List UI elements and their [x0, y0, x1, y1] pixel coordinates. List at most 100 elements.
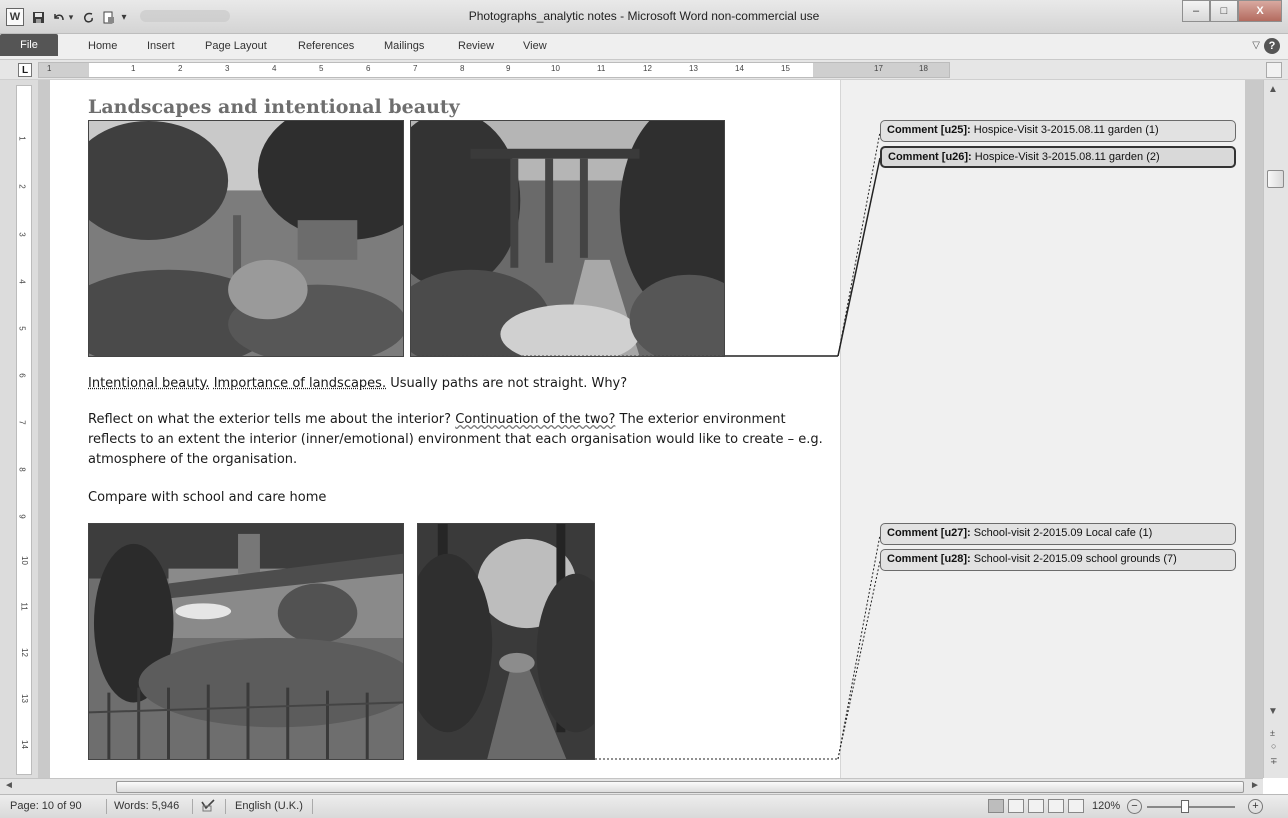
zoom-out-icon[interactable]: − [1127, 799, 1142, 814]
comment-balloon-u25[interactable]: Comment [u25]: Hospice-Visit 3-2015.08.1… [880, 120, 1236, 142]
ruler-number: 15 [781, 64, 790, 73]
ruler-number: 13 [19, 694, 29, 703]
tab-stop-selector[interactable]: L [18, 63, 32, 77]
full-screen-reading-icon[interactable] [1008, 799, 1024, 813]
comment-balloon-u28[interactable]: Comment [u28]: School-visit 2-2015.09 sc… [880, 549, 1236, 571]
ruler-number: 18 [919, 64, 928, 73]
window-title: Photographs_analytic notes - Microsoft W… [468, 9, 820, 23]
tab-view[interactable]: View [523, 40, 547, 52]
web-layout-icon[interactable] [1028, 799, 1044, 813]
comment-text: School-visit 2-2015.09 Local cafe (1) [973, 527, 1153, 539]
comment-label: Comment [u25]: [887, 124, 971, 136]
print-layout-icon[interactable] [988, 799, 1004, 813]
page-heading[interactable]: Landscapes and intentional beauty [88, 96, 460, 118]
language-indicator[interactable]: English (U.K.) [235, 800, 303, 812]
paragraph-compare[interactable]: Compare with school and care home [88, 488, 828, 508]
ruler-number: 5 [319, 64, 324, 73]
paragraph-intentional-beauty[interactable]: Intentional beauty. Importance of landsc… [88, 374, 828, 394]
tab-home[interactable]: Home [88, 40, 117, 52]
garden-photo-2[interactable] [410, 120, 725, 357]
scroll-down-icon[interactable]: ▼ [1268, 706, 1278, 717]
scroll-right-icon[interactable]: ► [1250, 780, 1260, 791]
horizontal-ruler[interactable]: 1 1 2 3 4 5 6 7 8 9 10 11 12 13 14 15 17… [38, 62, 950, 78]
ruler-number: 3 [17, 232, 27, 237]
scroll-left-icon[interactable]: ◄ [4, 780, 14, 791]
document-area: Landscapes and intentional beauty Intent… [38, 80, 1263, 778]
page-count[interactable]: Page: 10 of 90 [10, 800, 82, 812]
ruler-number: 12 [643, 64, 652, 73]
comment-balloon-u26[interactable]: Comment [u26]: Hospice-Visit 3-2015.08.1… [880, 146, 1236, 168]
comment-text: Hospice-Visit 3-2015.08.11 garden (2) [974, 151, 1160, 163]
draft-view-icon[interactable] [1068, 799, 1084, 813]
ruler-number: 14 [19, 740, 29, 749]
previous-page-icon[interactable]: ± [1270, 728, 1275, 738]
minimize-ribbon-icon[interactable]: ▽ [1252, 40, 1260, 51]
next-page-icon[interactable]: ∓ [1270, 756, 1278, 767]
tab-page-layout[interactable]: Page Layout [205, 40, 267, 52]
ruler-number: 14 [735, 64, 744, 73]
ruler-number: 13 [689, 64, 698, 73]
scroll-up-icon[interactable]: ▲ [1268, 84, 1278, 95]
tab-references[interactable]: References [298, 40, 354, 52]
ruler-number: 10 [19, 556, 29, 565]
comment-label: Comment [u27]: [887, 527, 971, 539]
ruler-number: 17 [874, 64, 883, 73]
ruler-number: 12 [19, 648, 29, 657]
minimize-button[interactable]: – [1182, 0, 1210, 22]
zoom-in-icon[interactable]: + [1248, 799, 1263, 814]
ribbon-tabs: File Home Insert Page Layout References … [0, 34, 1288, 60]
ruler-number: 1 [131, 64, 136, 73]
comment-label: Comment [u26]: [888, 151, 972, 163]
ruler-bar: L 1 1 2 3 4 5 6 7 8 9 10 11 12 13 14 15 … [0, 60, 1288, 80]
ruler-number: 3 [225, 64, 230, 73]
browse-object-icon[interactable]: ○ [1271, 741, 1276, 751]
document-page[interactable]: Landscapes and intentional beauty Intent… [50, 80, 1245, 778]
status-bar: Page: 10 of 90 Words: 5,946 English (U.K… [0, 794, 1288, 818]
close-button[interactable]: X [1238, 0, 1282, 22]
view-ruler-button[interactable] [1266, 62, 1282, 78]
title-bar: W ▾ ▾ Photographs_analytic notes - Micro… [0, 0, 1288, 34]
text-reflect: Reflect on what the exterior tells me ab… [88, 412, 452, 427]
comment-label: Comment [u28]: [887, 553, 971, 565]
ruler-number: 8 [17, 467, 27, 472]
horizontal-scroll-thumb[interactable] [116, 781, 1244, 793]
zoom-slider-thumb[interactable] [1181, 800, 1189, 813]
window-controls: – □ X [1182, 0, 1282, 22]
ruler-number: 8 [460, 64, 465, 73]
ruler-number: 6 [366, 64, 371, 73]
paragraph-reflect[interactable]: Reflect on what the exterior tells me ab… [88, 410, 828, 470]
markup-area [840, 80, 1245, 778]
status-divider [106, 799, 107, 814]
maximize-button[interactable]: □ [1210, 0, 1238, 22]
tab-file[interactable]: File [0, 34, 58, 56]
word-count[interactable]: Words: 5,946 [114, 800, 179, 812]
ruler-number: 7 [413, 64, 418, 73]
tab-review[interactable]: Review [458, 40, 494, 52]
ruler-number: 9 [17, 514, 27, 519]
vertical-scroll-thumb[interactable] [1267, 170, 1284, 188]
zoom-level[interactable]: 120% [1092, 800, 1120, 812]
vertical-ruler[interactable]: 1 2 3 4 5 6 7 8 9 10 11 12 13 14 [16, 85, 32, 775]
garden-photo-1[interactable] [88, 120, 404, 357]
tab-mailings[interactable]: Mailings [384, 40, 424, 52]
ruler-number: 4 [17, 279, 27, 284]
tab-insert[interactable]: Insert [147, 40, 175, 52]
ruler-number: 7 [17, 420, 27, 425]
help-icon[interactable]: ? [1264, 38, 1280, 54]
ruler-number: 6 [17, 373, 27, 378]
comment-balloon-u27[interactable]: Comment [u27]: School-visit 2-2015.09 Lo… [880, 523, 1236, 545]
cafe-photo[interactable] [88, 523, 404, 760]
outline-view-icon[interactable] [1048, 799, 1064, 813]
status-divider [312, 799, 313, 814]
ruler-number: 4 [272, 64, 277, 73]
ruler-number: 1 [47, 64, 52, 73]
text-importance-landscapes: Importance of landscapes. [213, 376, 387, 391]
vertical-scrollbar[interactable]: ▲ ▼ ± ○ ∓ [1263, 80, 1288, 778]
proofing-icon[interactable] [200, 798, 216, 815]
ruler-number: 11 [597, 64, 606, 73]
horizontal-scrollbar[interactable]: ◄ ► [0, 778, 1263, 794]
ruler-number: 1 [17, 136, 27, 141]
zoom-slider-track[interactable] [1147, 806, 1235, 808]
school-grounds-photo[interactable] [417, 523, 595, 760]
ruler-number: 2 [17, 184, 27, 189]
